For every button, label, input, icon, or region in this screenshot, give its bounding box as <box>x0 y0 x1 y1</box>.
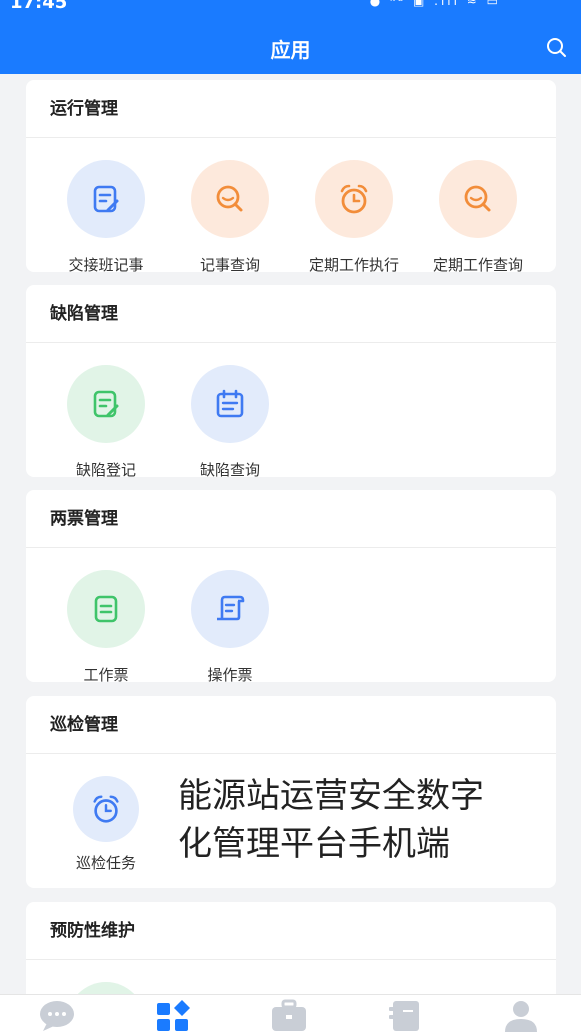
scroll-icon <box>217 595 245 621</box>
section-title: 两票管理 <box>26 490 556 548</box>
user-icon[interactable] <box>501 999 541 1033</box>
notebook-edit-icon <box>93 185 119 213</box>
section-title: 巡检管理 <box>26 696 556 754</box>
notebook-edit-icon <box>93 390 119 418</box>
briefcase-icon[interactable] <box>269 999 309 1033</box>
apps-icon[interactable] <box>153 999 193 1033</box>
chat-icon[interactable] <box>37 999 77 1033</box>
app-periodic-query[interactable]: 定期工作查询 <box>416 160 540 272</box>
calendar-icon <box>216 389 244 418</box>
section-ticket-management: 两票管理 工作票 操作票 <box>26 490 556 682</box>
app-patrol-task[interactable]: 巡检任务 <box>44 776 168 873</box>
alarm-clock-icon <box>340 184 368 214</box>
search-icon[interactable] <box>545 36 567 58</box>
status-time: 17:45 <box>10 0 68 13</box>
section-defect-management: 缺陷管理 缺陷登记 缺陷查询 <box>26 285 556 477</box>
top-app-bar: 17:45 ● ᴷᴮ ▣ .ıll ≈ ▭ 应用 <box>0 0 581 74</box>
app-defect-register[interactable]: 缺陷登记 <box>44 365 168 477</box>
section-patrol-management: 巡检管理 巡检任务 能源站运营安全数字 化管理平台手机端 <box>26 696 556 888</box>
section-run-management: 运行管理 交接班记事 记事查询 定期工作执行 定期工作查询 <box>26 80 556 272</box>
bottom-tab-bar <box>0 994 581 1033</box>
section-title: 预防性维护 <box>26 902 556 960</box>
alarm-clock-icon <box>93 795 119 823</box>
app-preventive-item[interactable] <box>44 982 168 994</box>
app-defect-query[interactable]: 缺陷查询 <box>168 365 292 477</box>
document-icon <box>94 595 118 623</box>
page-title: 应用 <box>270 38 311 62</box>
status-icons: ● ᴷᴮ ▣ .ıll ≈ ▭ <box>369 0 501 8</box>
app-list[interactable]: 运行管理 交接班记事 记事查询 定期工作执行 定期工作查询 缺陷管理 缺陷登记 … <box>0 74 581 994</box>
ticket-icon[interactable] <box>385 999 425 1033</box>
app-operation-ticket[interactable]: 操作票 <box>168 570 292 682</box>
app-shift-handover[interactable]: 交接班记事 <box>44 160 168 272</box>
app-periodic-execute[interactable]: 定期工作执行 <box>292 160 416 272</box>
platform-name-overlay: 能源站运营安全数字 化管理平台手机端 <box>178 776 484 864</box>
app-note-query[interactable]: 记事查询 <box>168 160 292 272</box>
section-preventive-maintenance: 预防性维护 <box>26 902 556 994</box>
app-work-ticket[interactable]: 工作票 <box>44 570 168 682</box>
section-title: 缺陷管理 <box>26 285 556 343</box>
search-query-icon <box>464 185 491 212</box>
section-title: 运行管理 <box>26 80 556 138</box>
search-query-icon <box>216 185 243 212</box>
